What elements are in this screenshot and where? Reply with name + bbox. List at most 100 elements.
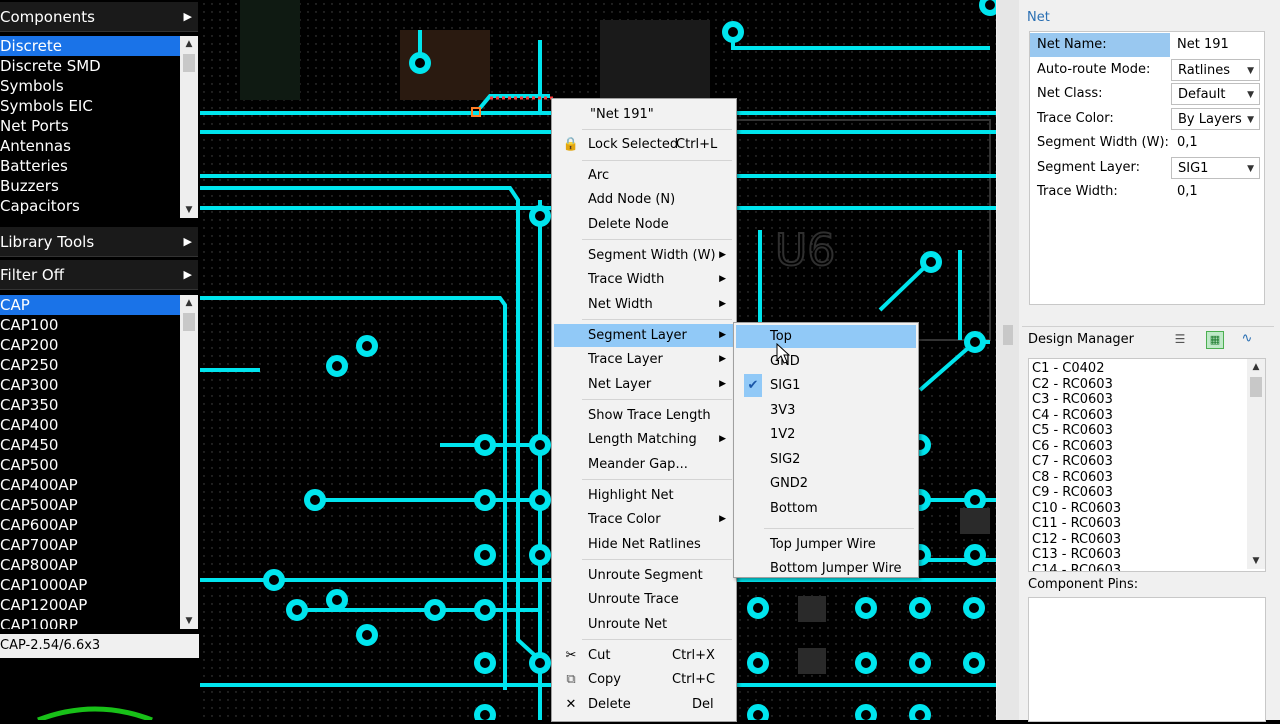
menu-item-delete[interactable]: ✕ Delete Del (554, 693, 734, 716)
part-list-item[interactable]: CAP400AP (0, 475, 180, 495)
menu-item-net-width[interactable]: Net Width ▶ (554, 293, 734, 316)
part-list-item[interactable]: CAP300 (0, 375, 180, 395)
menu-item-trace-layer[interactable]: Trace Layer ▶ (554, 348, 734, 371)
category-list-item[interactable]: Batteries (0, 156, 180, 176)
component-list-item[interactable]: C12 - RC0603 (1032, 532, 1121, 548)
scroll-thumb[interactable] (183, 313, 195, 331)
menu-item-segment-width[interactable]: Segment Width (W) ▶ (554, 244, 734, 267)
component-list-scrollbar[interactable]: ▲ ▼ (1247, 359, 1265, 569)
tracewidth-field[interactable]: 0,1 (1171, 181, 1260, 203)
list-view-icon[interactable]: ☰ (1172, 332, 1188, 348)
menu-item-unroute-segment[interactable]: Unroute Segment (554, 564, 734, 587)
component-pins-list[interactable] (1028, 597, 1266, 722)
layer-item-bottom[interactable]: Bottom (736, 497, 916, 520)
layer-item-top[interactable]: Top (736, 325, 916, 348)
category-list[interactable]: Discrete Discrete SMD Symbols Symbols EIC Ne… (0, 36, 180, 218)
category-list-item[interactable]: Discrete (0, 36, 180, 56)
component-list-item[interactable]: C9 - RC0603 (1032, 485, 1121, 501)
component-list-item[interactable]: C11 - RC0603 (1032, 516, 1121, 532)
seglayer-select[interactable]: SIG1 ▼ (1171, 157, 1260, 179)
menu-item-segment-layer[interactable]: Segment Layer ▶ (554, 324, 734, 347)
menu-item-highlight-net[interactable]: Highlight Net (554, 484, 734, 507)
part-list-item[interactable]: CAP100RP (0, 615, 180, 629)
category-list-item[interactable]: Buzzers (0, 176, 180, 196)
component-list-item[interactable]: C2 - RC0603 (1032, 377, 1121, 393)
menu-item-top-jumper[interactable]: Top Jumper Wire (736, 533, 916, 556)
splitter-grip[interactable] (1003, 325, 1013, 345)
component-list-item[interactable]: C7 - RC0603 (1032, 454, 1121, 470)
menu-item-delete-node[interactable]: Delete Node (554, 213, 734, 236)
menu-item-show-trace-length[interactable]: Show Trace Length (554, 404, 734, 427)
component-list-item[interactable]: C3 - RC0603 (1032, 392, 1121, 408)
part-scrollbar[interactable]: ▲ ▼ (180, 295, 198, 629)
part-list-item[interactable]: CAP (0, 295, 180, 315)
category-list-item[interactable]: Symbols (0, 76, 180, 96)
category-list-item[interactable]: Antennas (0, 136, 180, 156)
component-list-item[interactable]: C6 - RC0603 (1032, 439, 1121, 455)
layer-item-sig1[interactable]: ✔ SIG1 (736, 374, 916, 397)
part-list-item[interactable]: CAP500 (0, 455, 180, 475)
category-list-item[interactable]: Net Ports (0, 116, 180, 136)
menu-item-add-node[interactable]: Add Node (N) (554, 188, 734, 211)
category-list-item[interactable]: Capacitors (0, 196, 180, 216)
part-list-item[interactable]: CAP100 (0, 315, 180, 335)
part-list-item[interactable]: CAP350 (0, 395, 180, 415)
menu-item-unroute-trace[interactable]: Unroute Trace (554, 588, 734, 611)
part-list-item[interactable]: CAP200 (0, 335, 180, 355)
component-list-item[interactable]: C5 - RC0603 (1032, 423, 1121, 439)
part-list[interactable]: CAP CAP100 CAP200 CAP250 CAP300 CAP350 CAP400 C… (0, 295, 180, 629)
layer-item-gnd[interactable]: GND (736, 350, 916, 373)
menu-item-trace-width[interactable]: Trace Width ▶ (554, 268, 734, 291)
component-list-item[interactable]: C8 - RC0603 (1032, 470, 1121, 486)
menu-item-unroute-net[interactable]: Unroute Net (554, 613, 734, 636)
net-view-icon[interactable]: ∿ (1238, 331, 1256, 349)
autoroute-select[interactable]: Ratlines ▼ (1171, 59, 1260, 81)
component-list-item[interactable]: C14 - RC0603 (1032, 563, 1121, 572)
menu-item-arc[interactable]: Arc (554, 164, 734, 187)
scroll-thumb[interactable] (1250, 377, 1262, 397)
menu-item-length-matching[interactable]: Length Matching ▶ (554, 428, 734, 451)
menu-item-bottom-jumper[interactable]: Bottom Jumper Wire (736, 557, 916, 577)
part-list-item[interactable]: CAP600AP (0, 515, 180, 535)
component-list-item[interactable]: C13 - RC0603 (1032, 547, 1121, 563)
filter-header[interactable]: Filter Off ▶ (0, 260, 198, 290)
category-list-item[interactable]: Discrete SMD (0, 56, 180, 76)
part-list-item[interactable]: CAP800AP (0, 555, 180, 575)
scroll-up-icon[interactable]: ▲ (180, 36, 198, 52)
panel-splitter[interactable] (997, 0, 1019, 720)
category-scrollbar[interactable]: ▲ ▼ (180, 36, 198, 218)
menu-item-hide-net-ratlines[interactable]: Hide Net Ratlines (554, 533, 734, 556)
component-list-item[interactable]: C1 - C0402 (1032, 361, 1121, 377)
menu-item-net-layer[interactable]: Net Layer ▶ (554, 373, 734, 396)
scroll-up-icon[interactable]: ▲ (1247, 359, 1265, 375)
layer-item-gnd2[interactable]: GND2 (736, 472, 916, 495)
menu-item-trace-color[interactable]: Trace Color ▶ (554, 508, 734, 531)
netclass-select[interactable]: Default ▼ (1171, 83, 1260, 105)
part-list-item[interactable]: CAP250 (0, 355, 180, 375)
part-list-item[interactable]: CAP450 (0, 435, 180, 455)
layer-item-3v3[interactable]: 3V3 (736, 399, 916, 422)
scroll-up-icon[interactable]: ▲ (180, 295, 198, 311)
menu-item-lock[interactable]: 🔒 Lock Selected Ctrl+L (554, 133, 734, 156)
menu-item-meander-gap[interactable]: Meander Gap... (554, 453, 734, 476)
part-list-item[interactable]: CAP500AP (0, 495, 180, 515)
library-tools-header[interactable]: Library Tools ▶ (0, 227, 198, 257)
layer-item-sig2[interactable]: SIG2 (736, 448, 916, 471)
scroll-thumb[interactable] (183, 54, 195, 72)
part-list-item[interactable]: CAP1200AP (0, 595, 180, 615)
menu-item-copy[interactable]: ⧉ Copy Ctrl+C (554, 668, 734, 691)
part-list-item[interactable]: CAP700AP (0, 535, 180, 555)
scroll-down-icon[interactable]: ▼ (180, 202, 198, 218)
tracecolor-select[interactable]: By Layers ▼ (1171, 108, 1260, 130)
net-name-field[interactable]: Net 191 (1171, 34, 1260, 56)
component-list[interactable]: C1 - C0402 C2 - RC0603 C3 - RC0603 C4 - RC0… (1028, 358, 1266, 572)
layer-item-1v2[interactable]: 1V2 (736, 423, 916, 446)
segwidth-field[interactable]: 0,1 (1171, 132, 1260, 154)
component-view-icon[interactable]: ▦ (1206, 331, 1224, 349)
component-list-item[interactable]: C4 - RC0603 (1032, 408, 1121, 424)
menu-item-cut[interactable]: ✂ Cut Ctrl+X (554, 644, 734, 667)
scroll-down-icon[interactable]: ▼ (180, 613, 198, 629)
component-list-item[interactable]: C10 - RC0603 (1032, 501, 1121, 517)
scroll-down-icon[interactable]: ▼ (1247, 553, 1265, 569)
part-list-item[interactable]: CAP400 (0, 415, 180, 435)
